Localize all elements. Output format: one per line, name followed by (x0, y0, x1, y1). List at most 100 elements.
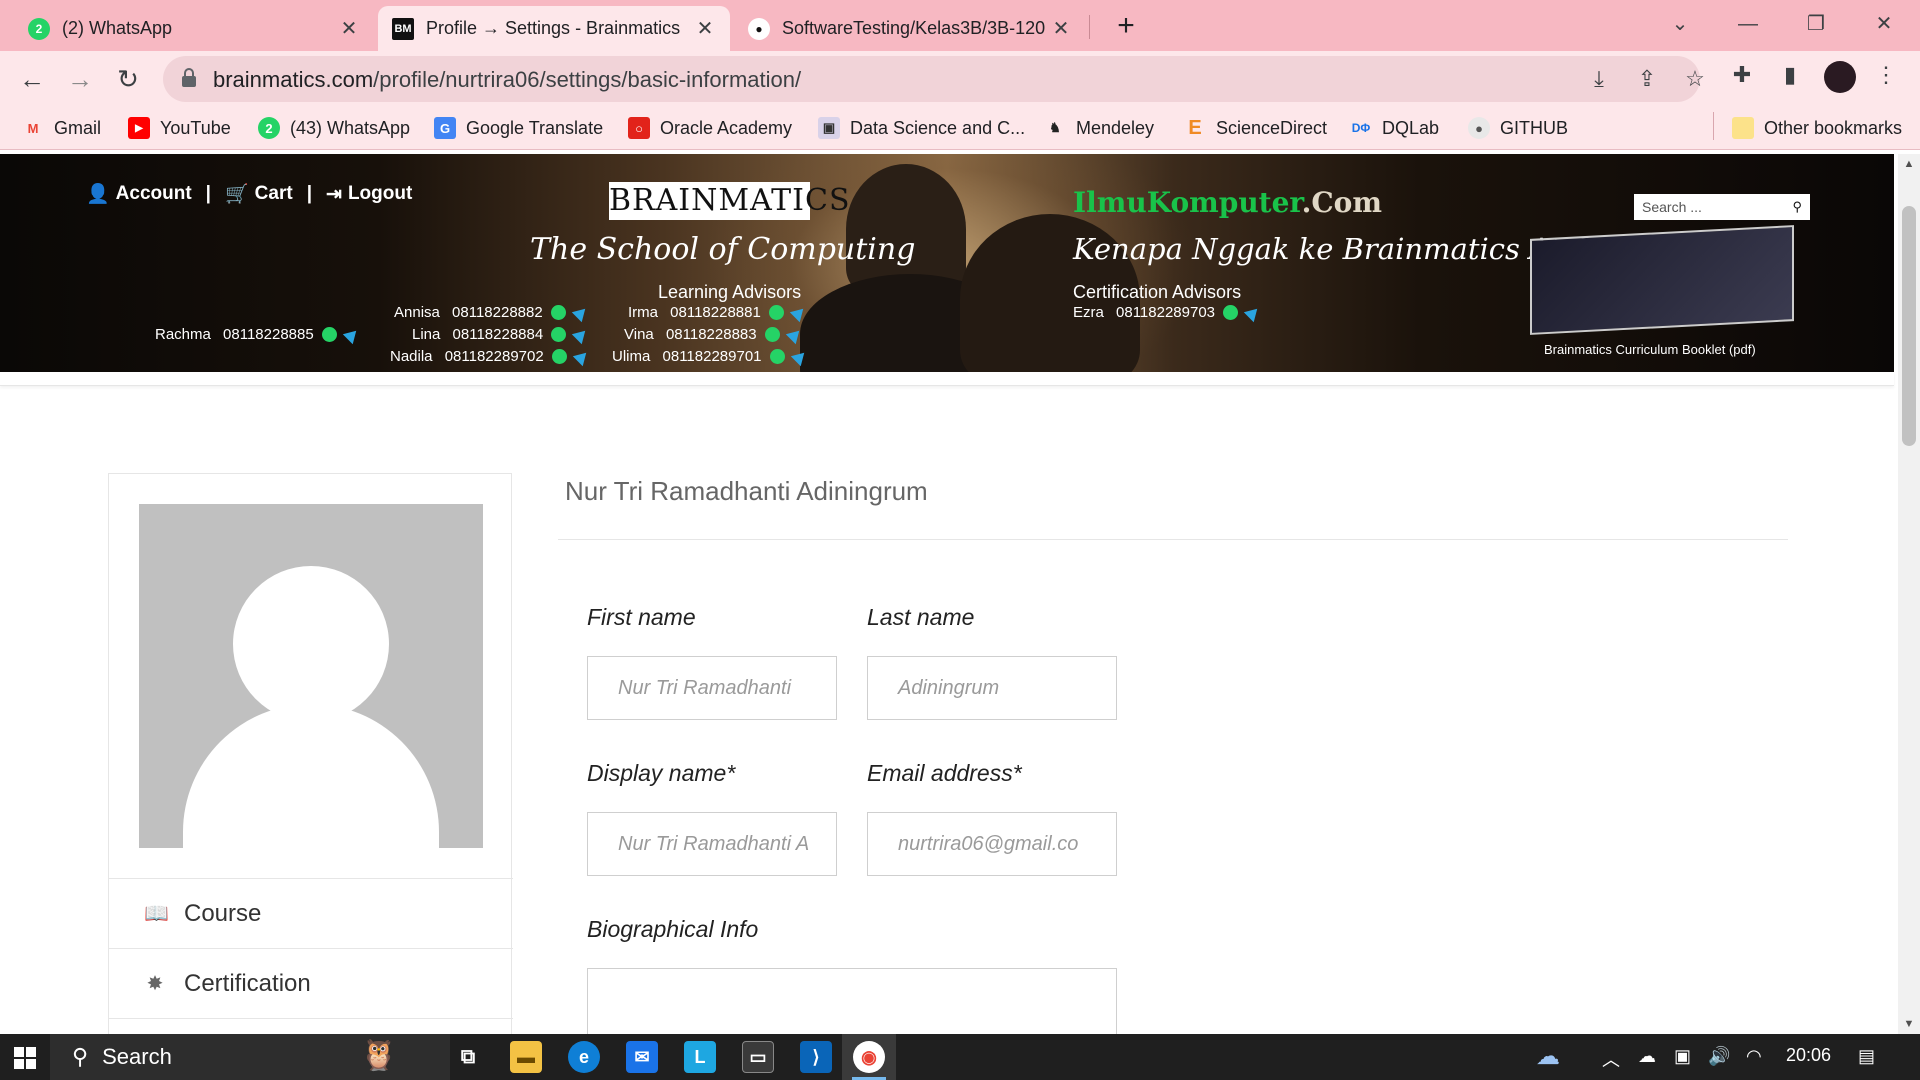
volume-icon[interactable]: 🔊 (1708, 1046, 1730, 1067)
whatsapp-icon[interactable] (551, 327, 567, 342)
telegram-icon[interactable] (789, 303, 809, 322)
taskbar-search-input[interactable]: ⚲ Search 🦉 (50, 1034, 450, 1080)
new-tab-button[interactable]: + (1108, 8, 1144, 44)
close-window-button[interactable]: ✕ (1856, 6, 1912, 42)
bookmark-gmail[interactable]: M Gmail (22, 116, 101, 140)
telegram-icon[interactable] (790, 347, 809, 366)
notification-icon[interactable]: ▤ (1858, 1046, 1875, 1067)
booklet-caption[interactable]: Brainmatics Curriculum Booklet (pdf) (1544, 342, 1756, 357)
taskbar-clock[interactable]: 20:06 (1786, 1045, 1831, 1066)
ilmukomputer-logo[interactable]: IlmuKomputer.Com (1073, 186, 1382, 219)
menu-kebab-icon[interactable]: ⋮ (1872, 61, 1900, 89)
bookmark-mendeley[interactable]: ♞ Mendeley (1044, 116, 1154, 140)
vscode-icon[interactable]: ⟩ (800, 1041, 832, 1073)
whatsapp-icon[interactable] (1223, 305, 1239, 320)
brainmatics-logo[interactable]: BRAINMATICS (609, 182, 850, 220)
task-view-icon[interactable]: ⧉ (452, 1041, 484, 1073)
whatsapp-icon[interactable] (769, 349, 785, 364)
whatsapp-icon[interactable] (551, 349, 567, 364)
file-explorer-icon[interactable]: ▬ (510, 1041, 542, 1073)
telegram-icon[interactable] (572, 347, 591, 366)
wifi-icon[interactable]: ◠ (1746, 1046, 1762, 1067)
edge-icon[interactable]: e (568, 1041, 600, 1073)
tray-chevron-icon[interactable]: ︿ (1602, 1046, 1620, 1072)
share-icon[interactable]: ⇪ (1633, 65, 1661, 93)
whatsapp-icon[interactable] (768, 305, 784, 320)
back-button[interactable]: ← (14, 61, 50, 97)
telegram-icon[interactable] (571, 325, 591, 344)
advisor-contact[interactable]: Ezra 081182289703 (1073, 303, 1263, 322)
tab-github[interactable]: ● SoftwareTesting/Kelas3B/3B-120 ✕ (734, 6, 1086, 51)
address-bar[interactable]: brainmatics.com/profile/nurtrira06/setti… (163, 56, 1705, 102)
logout-link[interactable]: Logout (348, 183, 412, 205)
first-name-field[interactable]: Nur Tri Ramadhanti (587, 656, 837, 720)
avatar[interactable] (139, 504, 483, 848)
scroll-down-icon[interactable]: ▼ (1898, 1014, 1920, 1034)
close-tab-icon[interactable]: ✕ (338, 16, 360, 41)
bookmark-github[interactable]: ● GITHUB (1468, 116, 1568, 140)
bookmark-google-translate[interactable]: G Google Translate (434, 116, 603, 140)
telegram-icon[interactable] (571, 303, 590, 322)
sidebar-item-certification[interactable]: ✸ Certification (109, 948, 513, 1018)
windows-start-icon[interactable] (14, 1047, 36, 1069)
install-icon[interactable]: ⤓ (1585, 65, 1613, 93)
whatsapp-icon[interactable] (321, 327, 337, 342)
advisor-contact[interactable]: Annisa 08118228882 (394, 303, 590, 322)
learning-app-icon[interactable]: L (684, 1041, 716, 1073)
onedrive-icon[interactable]: ☁ (1536, 1042, 1560, 1071)
tab-title: SoftwareTesting/Kelas3B/3B-120 (782, 18, 1046, 38)
extensions-icon[interactable]: ✚ (1728, 61, 1756, 89)
banner-search-input[interactable]: Search ... ⚲ (1634, 194, 1810, 220)
telegram-icon[interactable] (785, 325, 804, 344)
advisor-contact[interactable]: Vina 08118228883 (624, 325, 804, 344)
close-tab-icon[interactable]: ✕ (694, 16, 716, 41)
advisor-contact[interactable]: Ulima 081182289701 (612, 347, 809, 366)
scrollbar-thumb[interactable] (1902, 206, 1916, 446)
tab-brainmatics[interactable]: BM Profile → Settings - Brainmatics ✕ (378, 6, 730, 51)
advisor-contact[interactable]: Irma 08118228881 (628, 303, 809, 322)
lock-icon[interactable] (181, 68, 197, 88)
bookmark-oracle-academy[interactable]: ○ Oracle Academy (628, 116, 792, 140)
display-name-field[interactable]: Nur Tri Ramadhanti A (587, 812, 837, 876)
page-scrollbar[interactable]: ▲ ▼ (1898, 154, 1920, 1034)
bookmark-whatsapp[interactable]: 2 (43) WhatsApp (258, 116, 410, 140)
whatsapp-icon[interactable] (764, 327, 780, 342)
curriculum-booklet-image[interactable] (1530, 225, 1794, 335)
scroll-up-icon[interactable]: ▲ (1898, 154, 1920, 174)
account-link[interactable]: Account (116, 183, 192, 205)
mail-icon[interactable]: ✉ (626, 1041, 658, 1073)
bookmark-other[interactable]: Other bookmarks (1732, 116, 1902, 140)
bookmark-data-science[interactable]: ▣ Data Science and C... (818, 116, 1025, 140)
meet-now-icon[interactable]: ▣ (1674, 1046, 1691, 1067)
tab-whatsapp[interactable]: 2 (2) WhatsApp ✕ (14, 6, 374, 51)
cloud-icon[interactable]: ☁ (1638, 1046, 1656, 1067)
profile-avatar[interactable] (1824, 61, 1856, 93)
side-panel-icon[interactable]: ▮ (1776, 61, 1804, 89)
chrome-icon[interactable]: ◉ (853, 1041, 885, 1073)
tab-search-button[interactable]: ⌄ (1652, 6, 1708, 42)
bookmark-dqlab[interactable]: DΦ DQLab (1350, 116, 1439, 140)
advisor-contact[interactable]: Lina 08118228884 (412, 325, 591, 344)
telegram-icon[interactable] (342, 325, 361, 344)
sidebar-item-course[interactable]: 📖 Course (109, 878, 513, 948)
email-field[interactable]: nurtrira06@gmail.co (867, 812, 1117, 876)
avatar-head (233, 566, 389, 722)
star-icon[interactable]: ☆ (1681, 65, 1709, 93)
telegram-icon[interactable] (1243, 303, 1263, 322)
bio-textarea[interactable] (587, 968, 1117, 1034)
bookmark-youtube[interactable]: ▶ YouTube (128, 116, 231, 140)
cart-link[interactable]: Cart (255, 183, 293, 205)
bookmark-sciencedirect[interactable]: E ScienceDirect (1184, 116, 1327, 140)
terminal-icon[interactable]: ▭ (742, 1041, 774, 1073)
whatsapp-icon[interactable] (550, 305, 566, 320)
reload-button[interactable]: ↻ (110, 61, 146, 97)
search-icon[interactable]: ⚲ (1792, 199, 1802, 215)
minimize-button[interactable]: — (1720, 6, 1776, 42)
close-tab-icon[interactable]: ✕ (1050, 16, 1072, 41)
url-text[interactable]: brainmatics.com/profile/nurtrira06/setti… (213, 67, 801, 93)
advisor-contact[interactable]: Nadila 081182289702 (390, 347, 591, 366)
forward-button[interactable]: → (62, 61, 98, 97)
advisor-contact[interactable]: Rachma 08118228885 (155, 325, 361, 344)
restore-button[interactable]: ❐ (1788, 6, 1844, 42)
last-name-field[interactable]: Adiningrum (867, 656, 1117, 720)
